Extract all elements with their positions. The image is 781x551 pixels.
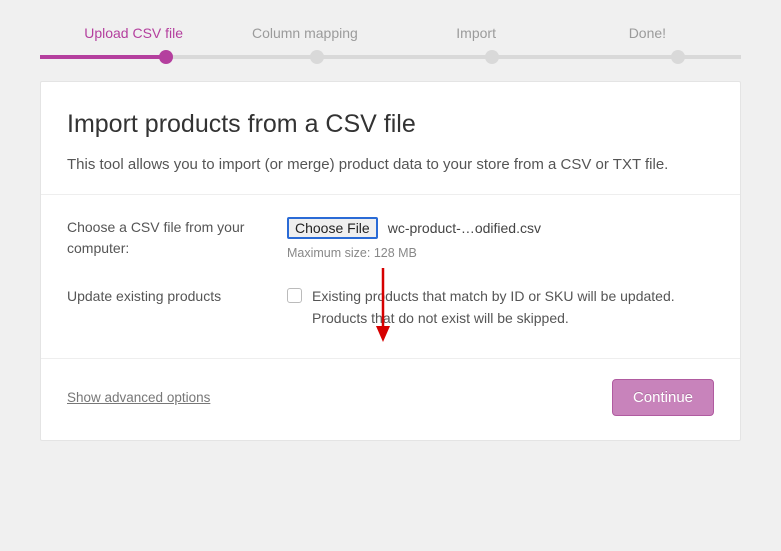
update-existing-checkbox[interactable] (287, 288, 302, 303)
step-column-mapping: Column mapping (219, 25, 390, 51)
page-description: This tool allows you to import (or merge… (67, 153, 714, 176)
step-import: Import (391, 25, 562, 51)
update-existing-label: Update existing products (67, 286, 287, 329)
stepper-dot-2 (310, 50, 324, 64)
choose-file-label: Choose a CSV file from your computer: (67, 217, 287, 260)
continue-button[interactable]: Continue (612, 379, 714, 416)
max-size-hint: Maximum size: 128 MB (287, 246, 714, 260)
update-existing-description: Existing products that match by ID or SK… (312, 286, 714, 329)
stepper-dot-3 (485, 50, 499, 64)
stepper-dot-4 (671, 50, 685, 64)
chosen-file-name: wc-product-…odified.csv (388, 220, 541, 236)
step-done: Done! (562, 25, 733, 51)
step-upload: Upload CSV file (48, 25, 219, 51)
show-advanced-options-link[interactable]: Show advanced options (67, 390, 210, 405)
page-title: Import products from a CSV file (67, 110, 714, 139)
stepper-dot-1 (159, 50, 173, 64)
progress-stepper: Upload CSV file Column mapping Import Do… (40, 25, 741, 81)
import-card: Import products from a CSV file This too… (40, 81, 741, 441)
choose-file-button[interactable]: Choose File (287, 217, 378, 239)
stepper-track-fill (40, 55, 166, 59)
